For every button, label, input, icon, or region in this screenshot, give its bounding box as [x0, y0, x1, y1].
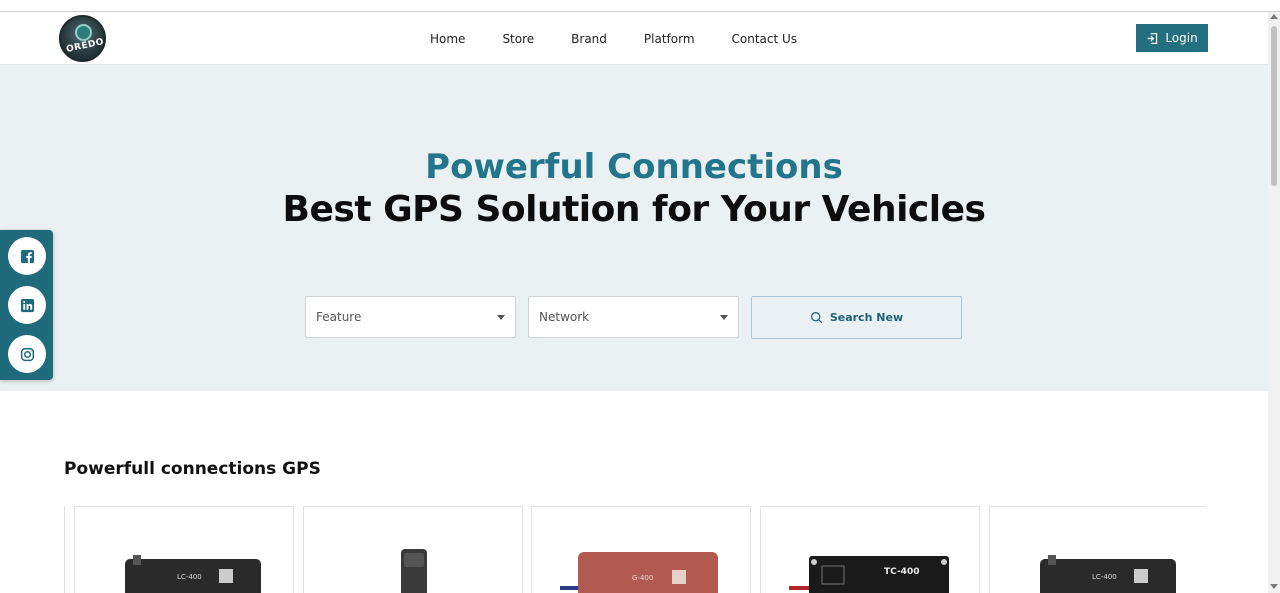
product-card[interactable]: TC-400	[760, 506, 980, 593]
instagram-button[interactable]	[8, 335, 46, 373]
nav-platform[interactable]: Platform	[644, 32, 695, 46]
instagram-icon	[20, 347, 34, 361]
hero-title-accent: Powerful Connections	[425, 147, 843, 187]
network-select[interactable]: Network	[528, 296, 739, 338]
gps-device-image: LC-400	[1040, 555, 1176, 593]
nav-contact-us[interactable]: Contact Us	[732, 32, 798, 46]
login-icon	[1147, 32, 1158, 44]
login-label: Login	[1165, 31, 1198, 45]
browser-top-edge	[0, 0, 1280, 12]
device-label: LC-400	[177, 573, 202, 581]
product-card[interactable]	[303, 506, 523, 593]
nav-home[interactable]: Home	[430, 32, 465, 46]
nav-brand[interactable]: Brand	[571, 32, 607, 46]
login-button[interactable]: Login	[1136, 24, 1208, 52]
gps-device-image: TC-400	[789, 556, 949, 593]
gps-tracker-image	[401, 549, 427, 593]
scroll-thumb[interactable]	[1271, 26, 1277, 186]
hero-title-main: Best GPS Solution for Your Vehicles	[282, 189, 986, 230]
product-carousel: LC-400 G-400 TC-400 LC-400	[64, 506, 1205, 593]
logo-text: OREDO	[65, 37, 105, 55]
search-icon	[810, 312, 823, 324]
gps-device-image: G-400	[560, 552, 718, 593]
gps-device-image: LC-400	[125, 555, 261, 593]
brand-logo[interactable]: OREDO	[59, 15, 106, 62]
facebook-button[interactable]	[8, 237, 46, 275]
site-header: OREDO Home Store Brand Platform Contact …	[0, 12, 1268, 65]
logo-globe-icon	[75, 24, 92, 41]
linkedin-button[interactable]	[8, 286, 46, 324]
hero-section: Powerful Connections Best GPS Solution f…	[0, 65, 1268, 391]
product-card[interactable]: LC-400	[74, 506, 294, 593]
chevron-down-icon	[720, 315, 728, 320]
scroll-up-arrow-icon[interactable]	[1270, 14, 1278, 19]
main-nav: Home Store Brand Platform Contact Us	[430, 12, 834, 65]
product-card[interactable]: LC-400	[989, 506, 1205, 593]
device-label: TC-400	[884, 567, 919, 577]
page-scrollbar[interactable]	[1268, 12, 1280, 593]
network-select-placeholder: Network	[539, 310, 590, 324]
section-title: Powerfull connections GPS	[64, 459, 321, 479]
search-button[interactable]: Search New	[751, 296, 962, 339]
chevron-down-icon	[497, 315, 505, 320]
search-button-label: Search New	[829, 311, 904, 324]
nav-store[interactable]: Store	[502, 32, 534, 46]
carousel-prev-card-edge	[64, 506, 66, 593]
device-label: G-400	[632, 574, 653, 582]
feature-select-placeholder: Feature	[316, 310, 362, 324]
social-sidebar	[0, 230, 53, 380]
product-card[interactable]: G-400	[531, 506, 751, 593]
device-label: LC-400	[1092, 573, 1117, 581]
facebook-icon	[20, 249, 34, 263]
linkedin-icon	[20, 298, 34, 312]
feature-select[interactable]: Feature	[305, 296, 516, 338]
scroll-down-arrow-icon[interactable]	[1270, 584, 1278, 589]
